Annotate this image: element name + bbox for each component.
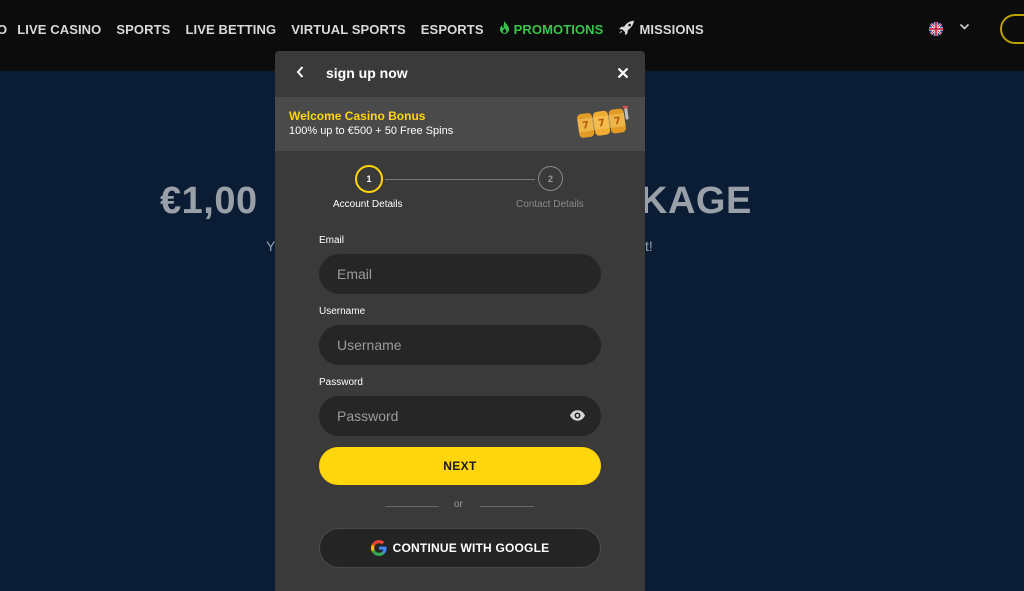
or-separator: or	[454, 499, 463, 510]
modal-title: sign up now	[326, 65, 408, 81]
stepper-connector	[385, 179, 535, 180]
google-icon	[370, 540, 387, 556]
step-1-indicator: 1	[355, 165, 383, 193]
nav-item-promotions[interactable]: PROMOTIONS	[499, 21, 604, 37]
google-button-label: CONTINUE WITH GOOGLE	[392, 541, 550, 555]
email-field-wrapper	[319, 254, 601, 294]
modal-header: sign up now	[275, 51, 645, 97]
hero-subtitle-left: Y	[266, 238, 276, 254]
rocket-icon	[618, 20, 635, 38]
hero-title-left: €1,00	[160, 180, 258, 222]
step-2-label: Contact Details	[516, 199, 584, 210]
main-nav: O LIVE CASINO SPORTS LIVE BETTING VIRTUA…	[0, 20, 719, 38]
nav-item-missions[interactable]: MISSIONS	[618, 20, 704, 38]
nav-item-sports[interactable]: SPORTS	[116, 22, 170, 37]
nav-item-live-casino[interactable]: LIVE CASINO	[17, 22, 101, 37]
divider-left	[385, 506, 439, 507]
close-icon[interactable]	[617, 63, 629, 84]
bonus-title: Welcome Casino Bonus	[289, 109, 426, 123]
email-field[interactable]	[335, 265, 579, 283]
step-1-label: Account Details	[333, 199, 403, 210]
nav-item-virtual-sports[interactable]: VIRTUAL SPORTS	[291, 22, 406, 37]
continue-with-google-button[interactable]: CONTINUE WITH GOOGLE	[319, 528, 601, 568]
username-field-wrapper	[319, 325, 601, 365]
flame-icon	[499, 21, 510, 37]
nav-item-live-betting[interactable]: LIVE BETTING	[185, 22, 276, 37]
signup-stepper: 1 2 Account Details Contact Details	[275, 165, 645, 215]
header-action-button[interactable]	[1000, 14, 1024, 44]
hero-title-right: KAGE	[640, 180, 752, 222]
nav-item-esports[interactable]: ESPORTS	[421, 22, 484, 37]
username-label: Username	[319, 306, 366, 317]
eye-icon[interactable]	[569, 407, 586, 429]
username-field[interactable]	[335, 336, 579, 354]
slot-reels-icon: 7 7 7	[575, 102, 631, 145]
step-2-indicator: 2	[538, 166, 563, 191]
welcome-bonus-banner: Welcome Casino Bonus 100% up to €500 + 5…	[275, 97, 645, 151]
nav-item-casino[interactable]: O	[0, 22, 7, 37]
next-button[interactable]: NEXT	[319, 447, 601, 485]
hero-subtitle-right: t!	[645, 238, 653, 254]
uk-flag-icon[interactable]	[929, 22, 943, 36]
bonus-description: 100% up to €500 + 50 Free Spins	[289, 125, 454, 137]
chevron-down-icon[interactable]	[959, 21, 970, 35]
nav-item-promotions-label: PROMOTIONS	[513, 21, 604, 37]
chevron-left-icon[interactable]	[295, 64, 305, 84]
password-field[interactable]	[335, 407, 579, 425]
password-field-wrapper	[319, 396, 601, 436]
signup-modal: sign up now Welcome Casino Bonus 100% up…	[275, 51, 645, 591]
password-label: Password	[319, 377, 363, 388]
nav-item-missions-label: MISSIONS	[639, 21, 704, 37]
email-label: Email	[319, 235, 345, 246]
divider-right	[480, 506, 534, 507]
